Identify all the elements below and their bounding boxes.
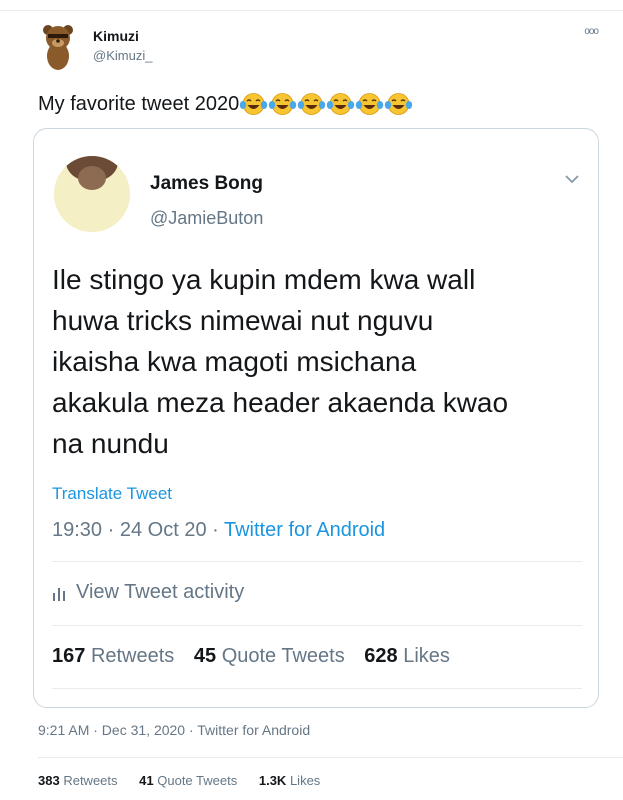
meta-separator: · <box>212 519 224 541</box>
quoted-author-avatar[interactable] <box>54 156 130 232</box>
joy-emoji <box>356 93 384 115</box>
quoted-author-handle[interactable]: @JamieButon <box>150 208 263 229</box>
quote-tweets-stat[interactable]: 45 Quote Tweets <box>194 645 345 667</box>
joy-emoji <box>298 93 326 115</box>
outer-quote-tweets-stat[interactable]: 41 Quote Tweets <box>139 773 237 788</box>
view-tweet-activity-button[interactable]: View Tweet activity <box>52 581 244 604</box>
outer-likes-count: 1.3K <box>258 773 287 788</box>
quoted-tweet-card[interactable]: James Bong @JamieButon Ile stingo ya kup… <box>33 128 599 708</box>
outer-tweet-stats: 383 Retweets 41 Quote Tweets 1.3K Likes <box>38 773 338 788</box>
tweet-line: Ile stingo ya kupin mdem kwa wall <box>52 264 476 295</box>
outer-retweets-stat[interactable]: 383 Retweets <box>38 773 118 788</box>
outer-author-name[interactable]: Kimuzi <box>93 28 139 44</box>
tweet-date[interactable]: 24 Oct 20 <box>120 519 207 541</box>
likes-count: 628 <box>364 645 398 667</box>
retweets-label: Retweets <box>90 645 175 667</box>
bear-avatar[interactable] <box>38 22 78 72</box>
emoji-row <box>239 92 413 116</box>
quotes-label: Quote Tweets <box>221 645 345 667</box>
joy-emoji <box>385 93 413 115</box>
outer-tweet-meta: 9:21 AM · Dec 31, 2020 · Twitter for And… <box>38 722 311 738</box>
retweets-count: 167 <box>52 645 86 667</box>
outer-retweets-label: Retweets <box>63 773 118 788</box>
meta-separator: · <box>107 519 120 541</box>
likes-label: Likes <box>403 645 450 667</box>
outer-tweet-text-content: My favorite tweet 2020 <box>38 92 240 115</box>
likes-stat[interactable]: 628 Likes <box>364 645 450 667</box>
outer-likes-label: Likes <box>289 773 321 788</box>
card-divider <box>52 688 582 689</box>
outer-tweet-text: My favorite tweet 2020 <box>38 92 413 116</box>
tweet-time[interactable]: 19:30 <box>52 519 102 541</box>
card-divider <box>52 625 582 626</box>
outer-retweets-count: 383 <box>38 773 60 788</box>
bar-chart-icon <box>53 587 65 601</box>
outer-quotes-count: 41 <box>139 773 154 788</box>
tweet-line: huwa tricks nimewai nut nguvu <box>52 305 434 336</box>
tweet-line: ikaisha kwa magoti msichana <box>52 346 417 377</box>
outer-divider <box>38 757 623 758</box>
card-divider <box>52 561 582 562</box>
outer-likes-stat[interactable]: 1.3K Likes <box>259 773 320 788</box>
joy-emoji <box>269 93 297 115</box>
top-divider <box>0 10 623 11</box>
more-icon[interactable]: ooo <box>584 26 599 37</box>
quoted-author-name[interactable]: James Bong <box>150 173 263 195</box>
outer-tweet-header: Kimuzi @Kimuzi_ ooo <box>38 22 618 72</box>
outer-author-handle[interactable]: @Kimuzi_ <box>93 48 152 63</box>
tweet-line: akakula meza header akaenda kwao <box>52 387 509 418</box>
joy-emoji <box>240 93 268 115</box>
outer-quotes-label: Quote Tweets <box>157 773 238 788</box>
quoted-tweet-stats: 167 Retweets 45 Quote Tweets 628 Likes <box>52 645 464 668</box>
translate-tweet-link[interactable]: Translate Tweet <box>52 484 172 504</box>
view-tweet-activity-label: View Tweet activity <box>76 581 245 603</box>
chevron-down-icon[interactable] <box>564 173 580 185</box>
quotes-count: 45 <box>193 645 217 667</box>
joy-emoji <box>327 93 355 115</box>
tweet-line: na nundu <box>52 428 169 459</box>
quoted-tweet-meta: 19:30 · 24 Oct 20 · Twitter for Android <box>52 519 385 542</box>
quoted-tweet-text: Ile stingo ya kupin mdem kwa wall huwa t… <box>52 259 582 464</box>
tweet-source-link[interactable]: Twitter for Android <box>224 519 385 541</box>
retweets-stat[interactable]: 167 Retweets <box>52 645 174 667</box>
